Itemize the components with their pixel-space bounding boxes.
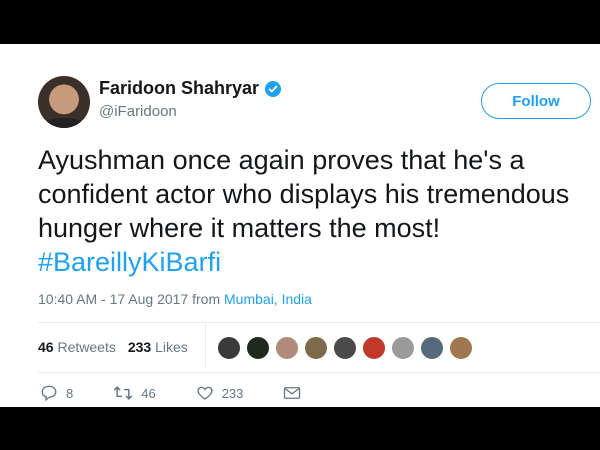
retweet-count: 46 [141, 385, 156, 401]
liker-avatar[interactable] [420, 336, 444, 360]
tweet-actions: 8 46 233 [40, 384, 341, 402]
user-name[interactable]: Faridoon Shahryar [99, 78, 282, 99]
verified-badge-icon [265, 80, 282, 97]
retweet-icon [114, 386, 133, 400]
tweet-text: Ayushman once again proves that he's a c… [38, 143, 600, 279]
reply-icon [41, 385, 57, 402]
liker-avatar[interactable] [217, 336, 241, 360]
likes-stat[interactable]: 233 Likes [128, 339, 188, 355]
liker-avatar[interactable] [304, 336, 328, 360]
location-link[interactable]: Mumbai, India [224, 291, 312, 307]
reply-action[interactable]: 8 [40, 384, 73, 402]
message-action[interactable] [283, 385, 301, 401]
follow-button[interactable]: Follow [481, 83, 591, 119]
from-label: from [192, 291, 221, 307]
retweets-stat-label: Retweets [57, 339, 116, 355]
divider [38, 372, 600, 373]
tweet-meta: 10:40 AM - 17 Aug 2017 from Mumbai, Indi… [38, 291, 312, 307]
user-name-text[interactable]: Faridoon Shahryar [99, 78, 259, 99]
avatar-shirt [42, 118, 86, 128]
heart-icon [197, 386, 213, 400]
retweets-stat[interactable]: 46 Retweets [38, 339, 116, 355]
retweet-action[interactable]: 46 [113, 384, 156, 402]
tweet-timestamp[interactable]: 10:40 AM - 17 Aug 2017 [38, 291, 188, 307]
tweet-line: hunger where it matters the most! [38, 213, 441, 243]
tweet-card: Faridoon Shahryar @iFaridoon Follow Ayus… [0, 44, 600, 407]
avatar[interactable] [38, 76, 90, 128]
liker-avatar[interactable] [362, 336, 386, 360]
liker-avatar[interactable] [449, 336, 473, 360]
envelope-icon [284, 387, 301, 399]
reply-count: 8 [66, 385, 74, 401]
tweet-line: confident actor who displays his tremend… [38, 179, 570, 209]
user-handle[interactable]: @iFaridoon [99, 103, 177, 120]
likes-stat-count: 233 [127, 339, 152, 355]
tweet-line: Ayushman once again proves that he's a [38, 145, 525, 175]
like-count: 233 [221, 385, 244, 401]
tweet-stats: 46 Retweets 233 Likes [38, 339, 188, 355]
liker-avatar[interactable] [333, 336, 357, 360]
divider [38, 322, 600, 323]
liker-avatar[interactable] [246, 336, 270, 360]
liker-avatars [217, 336, 473, 360]
hashtag-link[interactable]: #BareillyKiBarfi [38, 245, 600, 279]
like-action[interactable]: 233 [196, 384, 244, 402]
liker-avatar[interactable] [275, 336, 299, 360]
liker-avatar[interactable] [391, 336, 415, 360]
likes-stat-label: Likes [155, 339, 188, 355]
stats-divider [205, 324, 206, 368]
retweets-stat-count: 46 [38, 339, 54, 355]
